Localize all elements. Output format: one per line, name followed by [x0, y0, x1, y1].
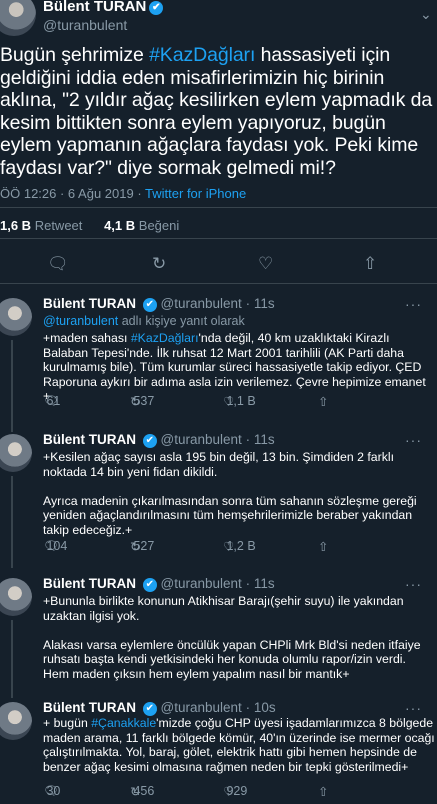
author-name[interactable]: Bülent TURAN	[43, 576, 136, 591]
like-button[interactable]: ♡ 1,2 B	[223, 539, 256, 554]
tweet-age[interactable]: 11s	[254, 432, 275, 447]
share-icon[interactable]: ⇧	[318, 394, 328, 409]
main-actions: 🗨 ↻ ♡ ⇧	[0, 252, 437, 282]
reply-count: 104	[46, 539, 68, 553]
verified-badge-icon: ✔	[142, 434, 157, 448]
hashtag-link[interactable]: #KazDağları	[149, 44, 255, 66]
heart-icon[interactable]: ♡	[258, 254, 273, 274]
like-label: Beğeni	[138, 218, 180, 233]
tweet-age[interactable]: 11s	[254, 296, 275, 311]
retweet-button[interactable]: ↻ 537	[130, 394, 154, 409]
reply-text-part: +maden sahası	[43, 331, 131, 345]
reply-header: Bülent TURAN ✔ @turanbulent · 11s	[43, 296, 275, 312]
divider	[0, 283, 437, 284]
reply-tweet[interactable]: Bülent TURAN ✔ @turanbulent · 11s ··· +K…	[0, 432, 437, 568]
author-name[interactable]: Bülent TURAN	[43, 296, 136, 311]
chevron-down-icon[interactable]: ⌄	[420, 6, 432, 23]
thread-line	[11, 620, 13, 698]
verified-badge-icon: ✔	[142, 298, 157, 312]
more-dots-icon[interactable]: ···	[405, 576, 422, 592]
reply-bubble-icon[interactable]: 🗨	[47, 254, 69, 274]
mention-link[interactable]: @turanbulent	[43, 314, 118, 328]
like-count: 1,2 B	[226, 539, 256, 553]
tweet-age[interactable]: 11s	[254, 576, 275, 591]
reply-text-part: + bugün	[43, 716, 92, 730]
thread-line	[11, 340, 13, 432]
author-handle[interactable]: @turanbulent	[43, 17, 127, 33]
author-name-text[interactable]: Bülent TURAN	[43, 0, 146, 15]
avatar[interactable]	[0, 0, 36, 36]
thread-line	[11, 476, 13, 568]
tweet-time[interactable]: ÖÖ 12:26 · 6 Ağu 2019	[0, 186, 134, 201]
avatar[interactable]	[0, 578, 32, 616]
like-count: 929	[226, 784, 248, 798]
reply-header: Bülent TURAN ✔ @turanbulent · 11s	[43, 432, 275, 448]
replying-label: adlı kişiye yanıt olarak	[121, 314, 245, 328]
share-icon[interactable]: ⇧	[363, 254, 377, 274]
reply-tweet[interactable]: Bülent TURAN ✔ @turanbulent · 11s ··· +B…	[0, 576, 437, 698]
tweet-timestamp: ÖÖ 12:26 · 6 Ağu 2019 · Twitter for iPho…	[0, 186, 247, 201]
author-handle[interactable]: @turanbulent	[161, 296, 242, 311]
like-button[interactable]: ♡ 929	[223, 784, 247, 799]
retweet-count: 537	[133, 394, 155, 408]
more-dots-icon[interactable]: ···	[405, 296, 422, 312]
author-name[interactable]: Bülent TURAN	[43, 432, 136, 447]
reply-actions: 🗨 30 ↻ 456 ♡ 929 ⇧	[43, 784, 373, 800]
retweet-button[interactable]: ↻ 527	[130, 539, 154, 554]
reply-text: +Bununla birlikte konunun Atikhisar Bara…	[43, 594, 421, 681]
retweet-icon[interactable]: ↻	[152, 254, 166, 274]
hashtag-link[interactable]: #KazDağları	[131, 331, 199, 345]
more-dots-icon[interactable]: ···	[405, 700, 422, 716]
avatar[interactable]	[0, 702, 32, 740]
reply-button[interactable]: 🗨 30	[43, 784, 60, 798]
reply-count: 30	[46, 784, 61, 798]
reply-header: Bülent TURAN ✔ @turanbulent · 11s	[43, 576, 275, 592]
share-icon[interactable]: ⇧	[318, 784, 328, 799]
reply-text: +Kesilen ağaç sayısı asla 195 bin değil,…	[43, 450, 417, 537]
replying-to: @turanbulent adlı kişiye yanıt olarak	[43, 314, 245, 328]
source-link[interactable]: Twitter for iPhone	[145, 186, 246, 201]
divider	[0, 238, 437, 239]
like-stat[interactable]: 4,1 B Beğeni	[104, 218, 179, 233]
author-name[interactable]: Bülent TURAN ✔	[43, 0, 164, 15]
reply-header: Bülent TURAN ✔ @turanbulent · 10s	[43, 700, 276, 716]
reply-button[interactable]: 🗨 104	[43, 539, 67, 553]
avatar[interactable]	[0, 298, 32, 336]
tweet-text: Bugün şehrimize #KazDağları hassasiyeti …	[0, 44, 434, 179]
hashtag-link[interactable]: #Çanakkale	[91, 716, 156, 730]
retweet-button[interactable]: ↻ 456	[130, 784, 154, 799]
retweet-label: Retweet	[34, 218, 83, 233]
verified-badge-icon: ✔	[142, 578, 157, 592]
like-count: 1,1 B	[226, 394, 256, 408]
verified-badge-icon: ✔	[142, 702, 157, 716]
tweet-age[interactable]: 10s	[254, 700, 276, 715]
tweet-text-part: Bugün şehrimize	[0, 44, 150, 66]
reply-tweet[interactable]: Bülent TURAN ✔ @turanbulent · 10s ··· + …	[0, 700, 437, 804]
retweet-count: 527	[133, 539, 155, 553]
share-icon[interactable]: ⇧	[318, 539, 328, 554]
like-button[interactable]: ♡ 1,1 B	[223, 394, 256, 409]
reply-text: + bugün #Çanakkale'mizde çoğu CHP üyesi …	[43, 716, 435, 774]
verified-badge-icon: ✔	[149, 1, 164, 15]
divider	[0, 207, 437, 208]
retweet-count: 1,6 B	[0, 218, 32, 233]
reply-actions: 🗨 61 ↻ 537 ♡ 1,1 B ⇧	[43, 394, 373, 410]
author-handle[interactable]: @turanbulent	[161, 432, 242, 447]
reply-tweet[interactable]: Bülent TURAN ✔ @turanbulent · 11s ··· @t…	[0, 296, 437, 432]
reply-actions: 🗨 104 ↻ 527 ♡ 1,2 B ⇧	[43, 539, 373, 555]
avatar[interactable]	[0, 434, 32, 472]
author-handle[interactable]: @turanbulent	[161, 576, 242, 591]
like-count: 4,1 B	[104, 218, 136, 233]
author-name[interactable]: Bülent TURAN	[43, 700, 136, 715]
retweet-count: 456	[133, 784, 155, 798]
tweet-stats: 1,6 B Retweet 4,1 B Beğeni	[0, 218, 179, 233]
more-dots-icon[interactable]: ···	[405, 432, 422, 448]
author-handle[interactable]: @turanbulent	[161, 700, 242, 715]
reply-button[interactable]: 🗨 61	[43, 394, 60, 408]
retweet-stat[interactable]: 1,6 B Retweet	[0, 218, 82, 233]
reply-count: 61	[46, 394, 61, 408]
main-tweet: Bülent TURAN ✔ @turanbulent ⌄ Bugün şehri…	[0, 0, 437, 242]
